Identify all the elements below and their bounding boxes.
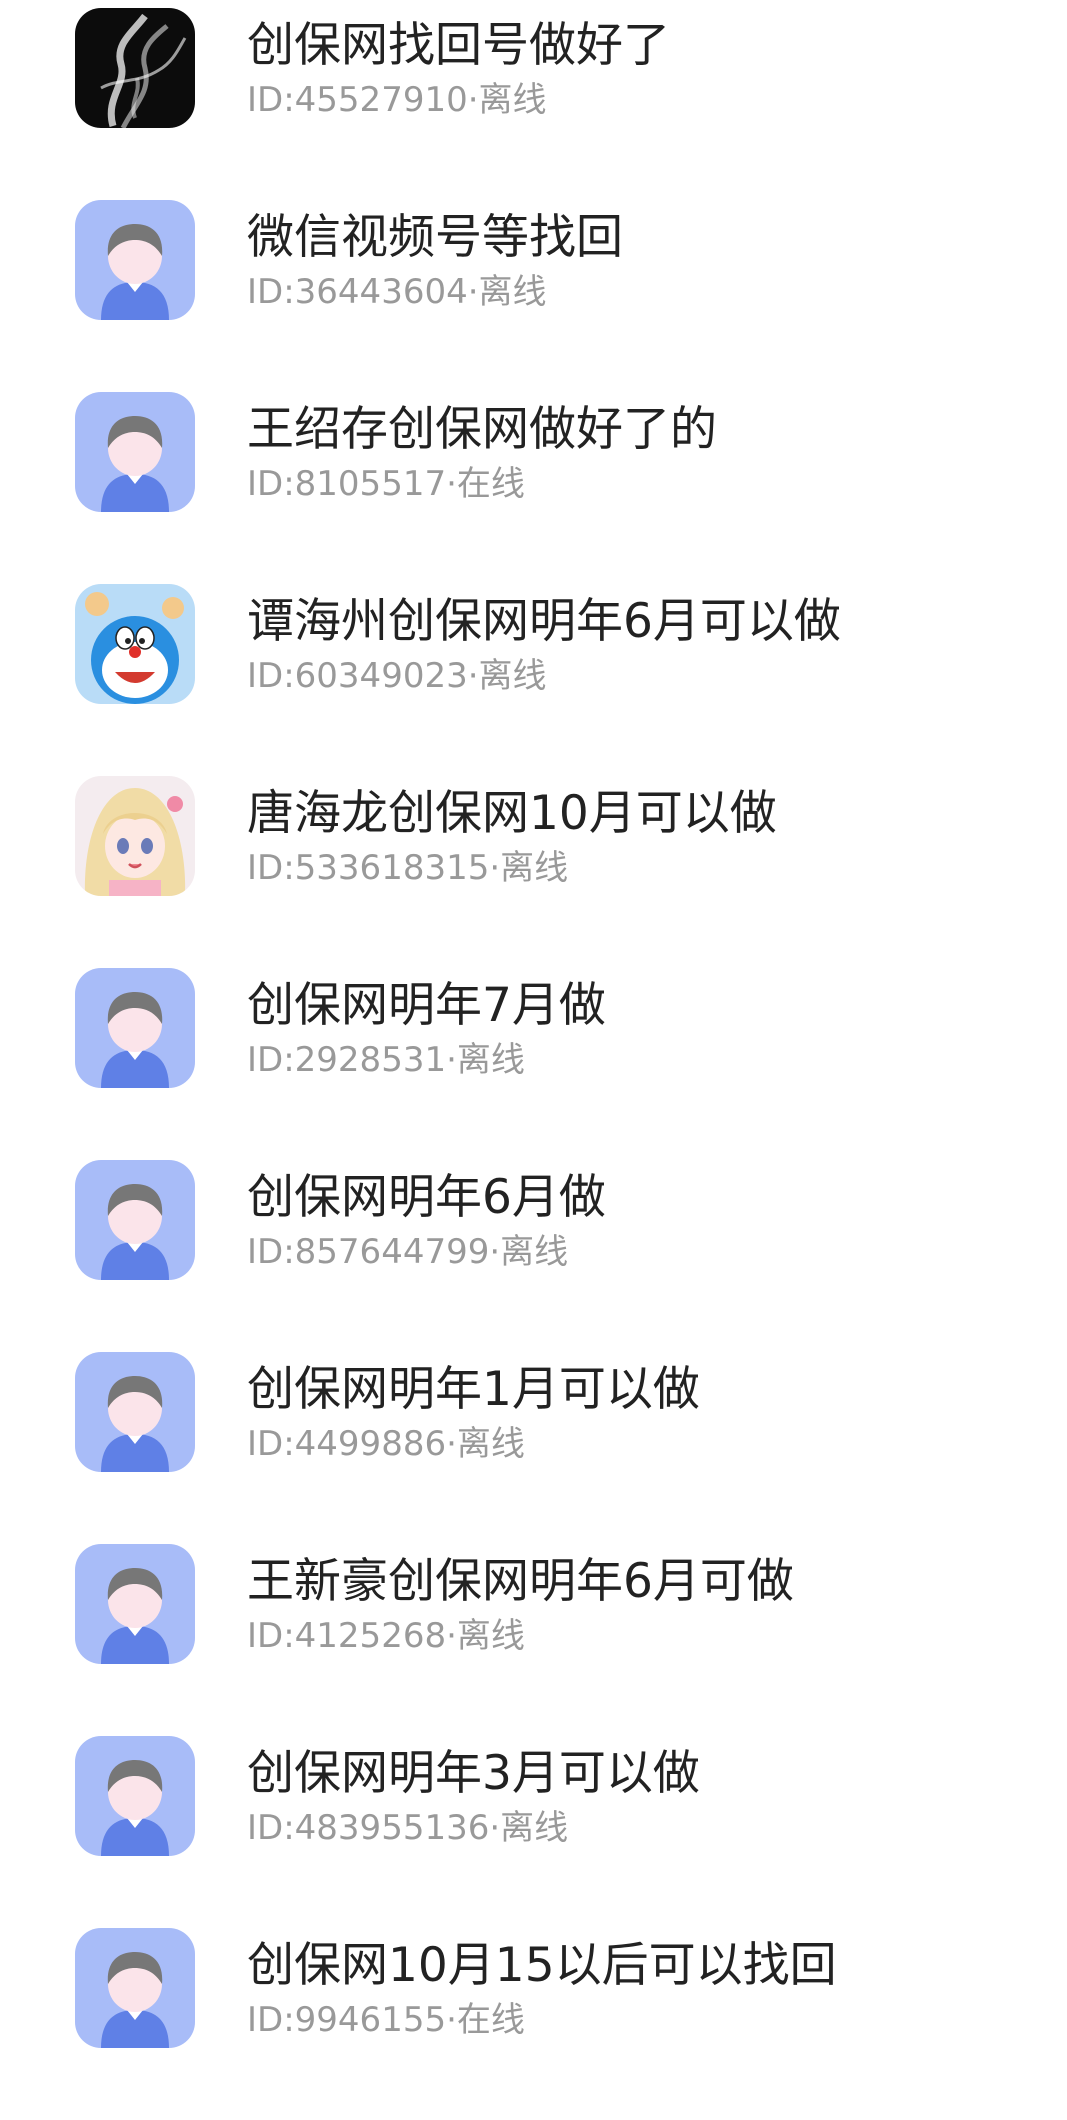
contact-name: 微信视频号等找回: [247, 210, 623, 265]
contact-id-status: ID:45527910·离线: [247, 80, 547, 120]
contact-list-item[interactable]: 王绍存创保网做好了的 ID:8105517·在线: [0, 392, 1067, 584]
contact-name: 创保网明年3月可以做: [247, 1746, 700, 1801]
contact-name: 王新豪创保网明年6月可做: [247, 1554, 794, 1609]
contact-id-status: ID:857644799·离线: [247, 1232, 569, 1272]
contact-id-status: ID:4125268·离线: [247, 1616, 525, 1656]
contact-list-item[interactable]: 王新豪创保网明年6月可做 ID:4125268·离线: [0, 1544, 1067, 1736]
contact-list-item[interactable]: 创保网明年7月做 ID:2928531·离线: [0, 968, 1067, 1160]
contact-id-status: ID:2928531·离线: [247, 1040, 525, 1080]
contact-list-item[interactable]: 创保网10月15以后可以找回 ID:9946155·在线: [0, 1928, 1067, 2120]
default-person-avatar[interactable]: [75, 968, 195, 1088]
contact-list-item[interactable]: 创保网明年6月做 ID:857644799·离线: [0, 1160, 1067, 1352]
contact-id-status: ID:9946155·在线: [247, 2000, 525, 2040]
contact-list-item[interactable]: 谭海州创保网明年6月可以做 ID:60349023·离线: [0, 584, 1067, 776]
default-person-avatar[interactable]: [75, 1736, 195, 1856]
contact-id-status: ID:60349023·离线: [247, 656, 547, 696]
default-person-avatar[interactable]: [75, 392, 195, 512]
contact-name: 王绍存创保网做好了的: [247, 402, 717, 457]
contact-name: 唐海龙创保网10月可以做: [247, 786, 777, 841]
contact-list-item[interactable]: 微信视频号等找回 ID:36443604·离线: [0, 200, 1067, 392]
contact-name: 谭海州创保网明年6月可以做: [247, 594, 841, 649]
smoke-photo-avatar[interactable]: [75, 8, 195, 128]
contact-list-item[interactable]: 创保网明年1月可以做 ID:4499886·离线: [0, 1352, 1067, 1544]
default-person-avatar[interactable]: [75, 1352, 195, 1472]
contact-name: 创保网明年7月做: [247, 978, 606, 1033]
cartoon-cat-avatar[interactable]: [75, 584, 195, 704]
contact-name: 创保网明年1月可以做: [247, 1362, 700, 1417]
anime-girl-avatar[interactable]: [75, 776, 195, 896]
contact-id-status: ID:533618315·离线: [247, 848, 569, 888]
contact-name: 创保网找回号做好了: [247, 18, 670, 73]
default-person-avatar[interactable]: [75, 200, 195, 320]
contact-name: 创保网明年6月做: [247, 1170, 606, 1225]
contact-id-status: ID:8105517·在线: [247, 464, 525, 504]
contact-list-item[interactable]: 唐海龙创保网10月可以做 ID:533618315·离线: [0, 776, 1067, 968]
contact-list-item[interactable]: 创保网明年3月可以做 ID:483955136·离线: [0, 1736, 1067, 1928]
contact-id-status: ID:36443604·离线: [247, 272, 547, 312]
contact-id-status: ID:4499886·离线: [247, 1424, 525, 1464]
default-person-avatar[interactable]: [75, 1928, 195, 2048]
contact-name: 创保网10月15以后可以找回: [247, 1938, 837, 1993]
default-person-avatar[interactable]: [75, 1544, 195, 1664]
default-person-avatar[interactable]: [75, 1160, 195, 1280]
contact-list-item[interactable]: 创保网找回号做好了 ID:45527910·离线: [0, 8, 1067, 200]
contact-id-status: ID:483955136·离线: [247, 1808, 569, 1848]
